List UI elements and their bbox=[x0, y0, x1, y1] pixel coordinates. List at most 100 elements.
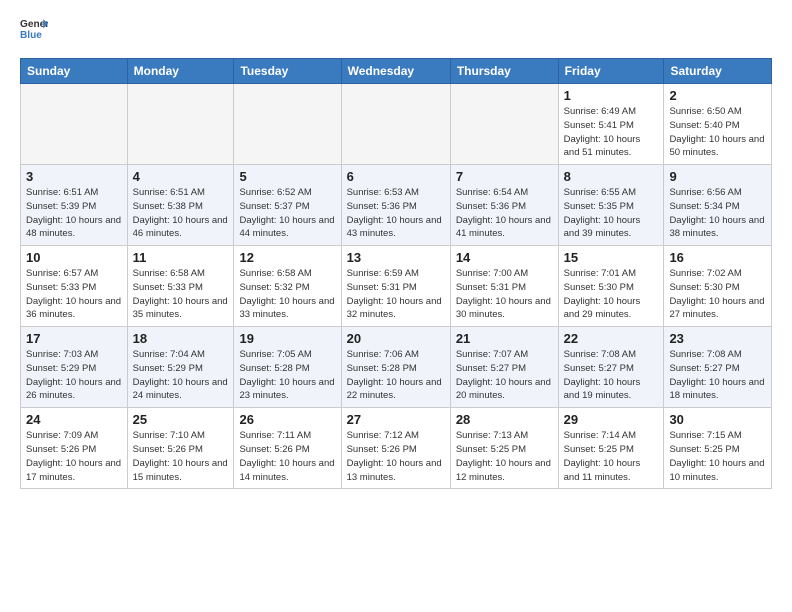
day-info: Sunrise: 6:53 AM Sunset: 5:36 PM Dayligh… bbox=[347, 186, 445, 241]
calendar-cell: 12Sunrise: 6:58 AM Sunset: 5:32 PM Dayli… bbox=[234, 246, 341, 327]
day-info: Sunrise: 6:49 AM Sunset: 5:41 PM Dayligh… bbox=[564, 105, 659, 160]
calendar-cell: 24 Sunrise: 7:09 AM Sunset: 5:26 PM Dayli… bbox=[21, 408, 128, 489]
calendar-cell: 29 Sunrise: 7:14 AM Sunset: 5:25 PM Dayli… bbox=[558, 408, 664, 489]
calendar-cell: 27 Sunrise: 7:12 AM Sunset: 5:26 PM Dayli… bbox=[341, 408, 450, 489]
calendar-cell: 4 Sunrise: 6:51 AM Sunset: 5:38 PM Daylig… bbox=[127, 165, 234, 246]
day-number: 6 bbox=[347, 169, 445, 184]
day-number: 10 bbox=[26, 250, 122, 265]
day-number: 14 bbox=[456, 250, 553, 265]
day-info: Sunrise: 7:03 AM Sunset: 5:29 PM Dayligh… bbox=[26, 348, 122, 403]
calendar-week-row: 17Sunrise: 7:03 AM Sunset: 5:29 PM Dayli… bbox=[21, 327, 772, 408]
day-info: Sunrise: 7:08 AM Sunset: 5:27 PM Dayligh… bbox=[564, 348, 659, 403]
day-number: 2 bbox=[669, 88, 766, 103]
calendar-cell: 6 Sunrise: 6:53 AM Sunset: 5:36 PM Daylig… bbox=[341, 165, 450, 246]
day-info: Sunrise: 7:00 AM Sunset: 5:31 PM Dayligh… bbox=[456, 267, 553, 322]
calendar-table: SundayMondayTuesdayWednesdayThursdayFrid… bbox=[20, 58, 772, 489]
day-info: Sunrise: 6:54 AM Sunset: 5:36 PM Dayligh… bbox=[456, 186, 553, 241]
calendar-cell: 19Sunrise: 7:05 AM Sunset: 5:28 PM Dayli… bbox=[234, 327, 341, 408]
calendar-week-row: 3 Sunrise: 6:51 AM Sunset: 5:39 PM Daylig… bbox=[21, 165, 772, 246]
weekday-header-sunday: Sunday bbox=[21, 59, 128, 84]
day-info: Sunrise: 6:59 AM Sunset: 5:31 PM Dayligh… bbox=[347, 267, 445, 322]
header: General Blue bbox=[20, 16, 772, 44]
day-number: 5 bbox=[239, 169, 335, 184]
calendar-cell: 14 Sunrise: 7:00 AM Sunset: 5:31 PM Dayli… bbox=[450, 246, 558, 327]
calendar-cell: 7 Sunrise: 6:54 AM Sunset: 5:36 PM Daylig… bbox=[450, 165, 558, 246]
calendar-cell: 22 Sunrise: 7:08 AM Sunset: 5:27 PM Dayli… bbox=[558, 327, 664, 408]
weekday-header-thursday: Thursday bbox=[450, 59, 558, 84]
day-info: Sunrise: 7:12 AM Sunset: 5:26 PM Dayligh… bbox=[347, 429, 445, 484]
calendar-cell bbox=[234, 84, 341, 165]
day-number: 11 bbox=[133, 250, 229, 265]
day-info: Sunrise: 7:10 AM Sunset: 5:26 PM Dayligh… bbox=[133, 429, 229, 484]
day-number: 19 bbox=[239, 331, 335, 346]
calendar-cell: 17Sunrise: 7:03 AM Sunset: 5:29 PM Dayli… bbox=[21, 327, 128, 408]
calendar-cell: 18 Sunrise: 7:04 AM Sunset: 5:29 PM Dayli… bbox=[127, 327, 234, 408]
day-number: 8 bbox=[564, 169, 659, 184]
day-info: Sunrise: 7:07 AM Sunset: 5:27 PM Dayligh… bbox=[456, 348, 553, 403]
day-info: Sunrise: 7:11 AM Sunset: 5:26 PM Dayligh… bbox=[239, 429, 335, 484]
day-info: Sunrise: 6:57 AM Sunset: 5:33 PM Dayligh… bbox=[26, 267, 122, 322]
day-number: 3 bbox=[26, 169, 122, 184]
calendar-cell bbox=[21, 84, 128, 165]
day-info: Sunrise: 6:58 AM Sunset: 5:32 PM Dayligh… bbox=[239, 267, 335, 322]
calendar-cell: 11 Sunrise: 6:58 AM Sunset: 5:33 PM Dayli… bbox=[127, 246, 234, 327]
day-info: Sunrise: 7:02 AM Sunset: 5:30 PM Dayligh… bbox=[669, 267, 766, 322]
day-info: Sunrise: 7:04 AM Sunset: 5:29 PM Dayligh… bbox=[133, 348, 229, 403]
day-info: Sunrise: 6:58 AM Sunset: 5:33 PM Dayligh… bbox=[133, 267, 229, 322]
day-number: 29 bbox=[564, 412, 659, 427]
day-number: 28 bbox=[456, 412, 553, 427]
day-info: Sunrise: 7:01 AM Sunset: 5:30 PM Dayligh… bbox=[564, 267, 659, 322]
calendar-cell: 30 Sunrise: 7:15 AM Sunset: 5:25 PM Dayli… bbox=[664, 408, 772, 489]
calendar-cell: 1 Sunrise: 6:49 AM Sunset: 5:41 PM Daylig… bbox=[558, 84, 664, 165]
day-info: Sunrise: 7:14 AM Sunset: 5:25 PM Dayligh… bbox=[564, 429, 659, 484]
day-number: 26 bbox=[239, 412, 335, 427]
day-number: 16 bbox=[669, 250, 766, 265]
day-number: 13 bbox=[347, 250, 445, 265]
calendar-cell: 2 Sunrise: 6:50 AM Sunset: 5:40 PM Daylig… bbox=[664, 84, 772, 165]
calendar-cell: 23Sunrise: 7:08 AM Sunset: 5:27 PM Dayli… bbox=[664, 327, 772, 408]
weekday-header-monday: Monday bbox=[127, 59, 234, 84]
day-number: 30 bbox=[669, 412, 766, 427]
day-info: Sunrise: 7:09 AM Sunset: 5:26 PM Dayligh… bbox=[26, 429, 122, 484]
day-info: Sunrise: 6:51 AM Sunset: 5:38 PM Dayligh… bbox=[133, 186, 229, 241]
day-number: 9 bbox=[669, 169, 766, 184]
day-number: 27 bbox=[347, 412, 445, 427]
day-number: 18 bbox=[133, 331, 229, 346]
weekday-header-friday: Friday bbox=[558, 59, 664, 84]
calendar-cell bbox=[341, 84, 450, 165]
calendar-cell: 26 Sunrise: 7:11 AM Sunset: 5:26 PM Dayli… bbox=[234, 408, 341, 489]
day-number: 4 bbox=[133, 169, 229, 184]
weekday-header-tuesday: Tuesday bbox=[234, 59, 341, 84]
day-number: 15 bbox=[564, 250, 659, 265]
calendar-week-row: 24 Sunrise: 7:09 AM Sunset: 5:26 PM Dayli… bbox=[21, 408, 772, 489]
calendar-cell bbox=[450, 84, 558, 165]
logo: General Blue bbox=[20, 16, 48, 44]
day-number: 22 bbox=[564, 331, 659, 346]
calendar-cell: 20Sunrise: 7:06 AM Sunset: 5:28 PM Dayli… bbox=[341, 327, 450, 408]
calendar-cell: 5 Sunrise: 6:52 AM Sunset: 5:37 PM Daylig… bbox=[234, 165, 341, 246]
calendar-cell: 8 Sunrise: 6:55 AM Sunset: 5:35 PM Daylig… bbox=[558, 165, 664, 246]
calendar-cell: 28Sunrise: 7:13 AM Sunset: 5:25 PM Dayli… bbox=[450, 408, 558, 489]
day-number: 20 bbox=[347, 331, 445, 346]
day-number: 1 bbox=[564, 88, 659, 103]
weekday-header-wednesday: Wednesday bbox=[341, 59, 450, 84]
calendar-week-row: 10 Sunrise: 6:57 AM Sunset: 5:33 PM Dayli… bbox=[21, 246, 772, 327]
weekday-header-row: SundayMondayTuesdayWednesdayThursdayFrid… bbox=[21, 59, 772, 84]
calendar-cell: 16 Sunrise: 7:02 AM Sunset: 5:30 PM Dayli… bbox=[664, 246, 772, 327]
day-info: Sunrise: 7:15 AM Sunset: 5:25 PM Dayligh… bbox=[669, 429, 766, 484]
day-number: 21 bbox=[456, 331, 553, 346]
day-info: Sunrise: 6:52 AM Sunset: 5:37 PM Dayligh… bbox=[239, 186, 335, 241]
page: General Blue SundayMondayTuesdayWednesda… bbox=[0, 0, 792, 505]
day-info: Sunrise: 6:50 AM Sunset: 5:40 PM Dayligh… bbox=[669, 105, 766, 160]
day-info: Sunrise: 6:55 AM Sunset: 5:35 PM Dayligh… bbox=[564, 186, 659, 241]
svg-text:Blue: Blue bbox=[20, 30, 42, 41]
day-number: 7 bbox=[456, 169, 553, 184]
calendar-cell: 10 Sunrise: 6:57 AM Sunset: 5:33 PM Dayli… bbox=[21, 246, 128, 327]
day-info: Sunrise: 6:51 AM Sunset: 5:39 PM Dayligh… bbox=[26, 186, 122, 241]
day-info: Sunrise: 6:56 AM Sunset: 5:34 PM Dayligh… bbox=[669, 186, 766, 241]
calendar-cell: 21 Sunrise: 7:07 AM Sunset: 5:27 PM Dayli… bbox=[450, 327, 558, 408]
day-number: 25 bbox=[133, 412, 229, 427]
day-number: 24 bbox=[26, 412, 122, 427]
day-number: 23 bbox=[669, 331, 766, 346]
calendar-cell bbox=[127, 84, 234, 165]
